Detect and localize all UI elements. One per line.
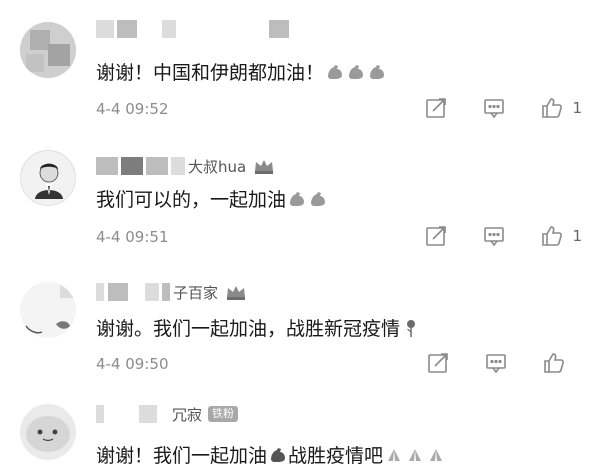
comment-time: 4-4 09:50 (96, 355, 169, 373)
comment-actions (392, 351, 582, 375)
redacted-name-block (171, 157, 185, 175)
username-row[interactable]: 冗寂 铁粉 (96, 403, 239, 425)
folded-hands-icon (409, 448, 422, 461)
like-button[interactable]: 1 (540, 96, 582, 120)
username[interactable]: 冗寂 (172, 404, 202, 425)
redacted-name-block (108, 283, 128, 301)
username-row[interactable] (96, 18, 292, 40)
avatar[interactable] (20, 22, 76, 78)
redacted-name-block (121, 157, 143, 175)
flexed-biceps-icon (328, 64, 343, 79)
thumbs-up-icon[interactable] (540, 96, 564, 120)
username-row[interactable]: 大叔hua (96, 155, 276, 177)
comment-text-row: 谢谢！中国和伊朗都加油！ (96, 58, 387, 85)
share-icon[interactable] (424, 224, 448, 248)
redacted-name-block (269, 20, 289, 38)
comment-icon[interactable] (484, 351, 508, 375)
share-icon[interactable] (426, 351, 450, 375)
rose-icon (407, 319, 416, 337)
redacted-name-block (162, 20, 176, 38)
redacted-name-block (146, 157, 168, 175)
redacted-name-block (96, 405, 104, 423)
like-button[interactable] (542, 351, 582, 375)
comment-icon[interactable] (482, 224, 506, 248)
comment-time: 4-4 09:51 (96, 228, 169, 246)
like-button[interactable]: 1 (540, 224, 582, 248)
redacted-name-block (96, 20, 114, 38)
comment-text: 谢谢！中国和伊朗都加油！ (96, 62, 325, 84)
like-count: 1 (572, 99, 582, 117)
username-row[interactable]: 子百家 (96, 281, 248, 303)
comment-time: 4-4 09:52 (96, 100, 169, 118)
comment-text: 谢谢！我们一起加油 (96, 445, 268, 464)
share-icon[interactable] (424, 96, 448, 120)
thumbs-up-icon[interactable] (542, 351, 566, 375)
avatar[interactable] (20, 150, 76, 206)
crown-badge-icon (227, 286, 246, 300)
folded-hands-icon (388, 448, 401, 461)
redacted-name-block (117, 20, 137, 38)
avatar[interactable] (20, 282, 76, 338)
crown-badge-icon (255, 160, 274, 174)
comment-text: 我们可以的，一起加油 (96, 189, 287, 211)
comment-text: 谢谢。我们一起加油，战胜新冠疫情 (96, 318, 401, 340)
avatar[interactable] (20, 404, 76, 460)
redacted-name-block (145, 283, 159, 301)
comment-text-row: 我们可以的，一起加油 (96, 185, 328, 212)
folded-hands-icon (430, 448, 443, 461)
username[interactable]: 子百家 (173, 282, 218, 303)
like-count: 1 (572, 227, 582, 245)
comment-icon[interactable] (482, 96, 506, 120)
redacted-name-block (162, 283, 170, 301)
flexed-biceps-icon (349, 64, 364, 79)
comment-text-row: 谢谢。我们一起加油，战胜新冠疫情 (96, 314, 421, 341)
thumbs-up-icon[interactable] (540, 224, 564, 248)
comment-text: 战胜疫情吧 (288, 445, 384, 464)
redacted-name-block (96, 157, 118, 175)
redacted-name-block (139, 405, 157, 423)
flexed-biceps-icon (290, 191, 305, 206)
fan-badge: 铁粉 (208, 406, 239, 422)
flexed-biceps-icon (370, 64, 385, 79)
flexed-biceps-icon (311, 191, 326, 206)
comment-actions: 1 (390, 224, 582, 248)
flexed-biceps-icon (271, 447, 286, 462)
redacted-name-block (96, 283, 104, 301)
comment-text-row: 谢谢！我们一起加油 战胜疫情吧 (96, 441, 446, 464)
comment-actions: 1 (390, 96, 582, 120)
username[interactable]: 大叔hua (188, 156, 246, 177)
